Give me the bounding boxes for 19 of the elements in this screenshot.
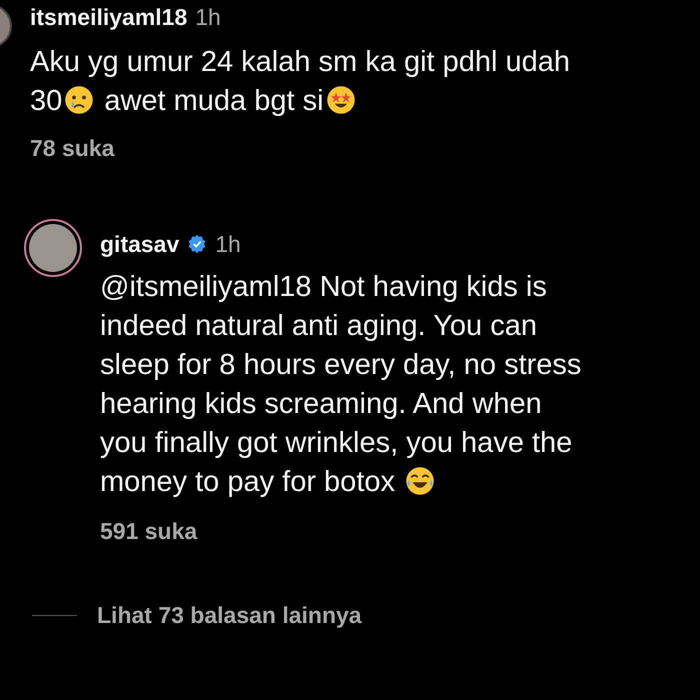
comment-text-line: hearing kids screaming. And when <box>100 386 543 422</box>
likes-count[interactable]: 78 suka <box>30 130 700 165</box>
comment-text-line: you finally got wrinkles, you have the <box>100 426 574 460</box>
comment-text-line: @itsmeiliyaml18 Not having kids is <box>100 270 548 304</box>
comment-text-line: 30 awet muda bgt si <box>30 82 700 120</box>
laughing-face-icon <box>405 466 436 496</box>
star-eyes-face-icon <box>326 84 356 114</box>
comment-text-line: sleep for 8 hours every day, no stress <box>100 348 582 382</box>
username[interactable]: itsmeiliyaml18 <box>30 0 188 34</box>
crying-face-icon <box>64 84 94 114</box>
timestamp: 1h <box>195 3 221 32</box>
comment-text-line: Aku yg umur 24 kalah sm ka git pdhl udah <box>30 44 572 80</box>
comment-text-line: money to pay for botox <box>100 462 582 502</box>
avatar[interactable] <box>24 219 82 277</box>
username[interactable]: gitasav <box>100 227 180 262</box>
view-more-replies-link[interactable]: Lihat 73 balasan lainnya <box>97 598 362 632</box>
timestamp: 1h <box>215 230 241 259</box>
comment-text-line: indeed natural anti aging. You can <box>100 308 538 344</box>
likes-count[interactable]: 591 suka <box>100 514 582 548</box>
